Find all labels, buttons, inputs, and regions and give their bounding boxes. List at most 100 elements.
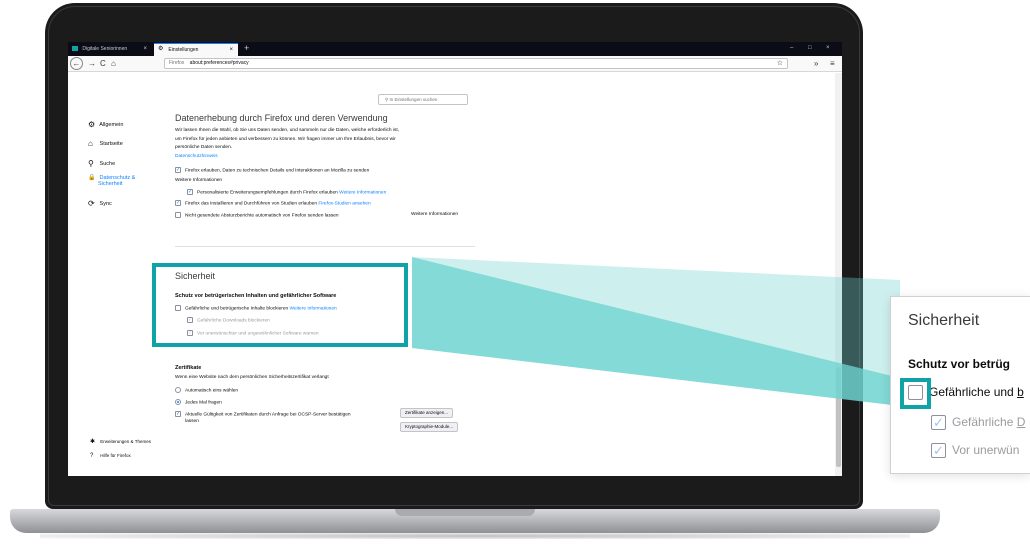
tab-einstellungen[interactable]: ⚙ Einstellungen ×	[154, 43, 238, 56]
zoom-downloads-option: ✓ Gefährliche D	[931, 415, 1026, 431]
sidebar-item-label: Suche	[99, 160, 116, 167]
puzzle-icon: ✱	[90, 439, 96, 445]
ocsp-checkbox[interactable]: ✓	[175, 411, 181, 417]
cert-auto-option[interactable]: Automatisch eins wählen	[175, 387, 238, 393]
zoom-warn-option: ✓ Vor unerwün	[931, 443, 1020, 459]
sidebar-item-label: Hilfe für Firefox	[100, 453, 131, 458]
cert-ask-radio[interactable]	[175, 399, 181, 405]
cert-ask-option[interactable]: Jedes Mal fragen	[175, 399, 222, 405]
data-collection-heading: Datenerhebung durch Firefox und deren Ve…	[175, 113, 388, 123]
laptop-shadow	[40, 533, 910, 539]
sidebar-item-allgemein[interactable]: ⚙ Allgemein	[88, 120, 123, 129]
sidebar-item-extensions[interactable]: ✱ Erweiterungen & Themes	[90, 438, 151, 445]
show-certificates-button[interactable]: Zertifikate anzeigen...	[400, 408, 454, 418]
url-bar[interactable]: Firefox about:preferences#privacy ☆	[164, 58, 788, 69]
gear-icon: ⚙	[88, 120, 96, 129]
close-window-icon[interactable]: ×	[826, 42, 830, 55]
sidebar-item-label: Startseite	[99, 140, 123, 147]
text-line: persönliche Daten senden.	[175, 145, 233, 150]
preferences-page: ⚲ In Einstellungen suchen ⚙ Allgemein ⌂ …	[68, 73, 842, 476]
sidebar-item-help[interactable]: ? Hilfe für Firefox	[90, 453, 131, 459]
settings-search-input[interactable]: ⚲ In Einstellungen suchen	[378, 94, 468, 105]
telemetry-option[interactable]: ✓ Firefox erlauben, Daten zu technischen …	[175, 167, 369, 173]
more-info-link[interactable]: Weitere Informationen	[339, 190, 386, 195]
sidebar-item-sync[interactable]: ⟳ Sync	[88, 199, 112, 208]
privacy-notice-link[interactable]: Datenschutzhinweis	[175, 153, 475, 162]
crash-reports-checkbox[interactable]	[175, 212, 181, 218]
ocsp-option[interactable]: ✓ Aktuelle Gültigkeit von Zertifikaten du…	[175, 411, 351, 417]
option-label: Firefox erlauben, Daten zu technischen D…	[185, 168, 370, 174]
sidebar-item-suche[interactable]: ⚲ Suche	[88, 159, 115, 168]
zoom-warn-checkbox: ✓	[931, 443, 946, 459]
site-favicon-icon	[72, 46, 78, 52]
more-info-link[interactable]: Weitere Informationen	[411, 212, 458, 217]
option-label: Gefährliche und	[929, 385, 1018, 399]
security-highlight-box	[152, 263, 408, 347]
reload-icon[interactable]: C	[100, 57, 106, 71]
zoom-downloads-checkbox: ✓	[931, 415, 946, 431]
recommendations-checkbox[interactable]: ✓	[187, 189, 193, 195]
search-placeholder: In Einstellungen suchen	[389, 97, 438, 102]
telemetry-checkbox[interactable]: ✓	[175, 167, 181, 173]
option-label: Vor unerwün	[952, 443, 1020, 457]
more-info-link[interactable]: Weitere Informationen	[175, 178, 222, 183]
sidebar-item-label: Sync	[99, 200, 112, 207]
ocsp-option-line2: lassen	[185, 419, 199, 424]
cert-auto-radio[interactable]	[175, 387, 181, 393]
home-icon[interactable]: ⌂	[111, 57, 116, 71]
text-line: Wir lassen Ihnen die Wahl, ob Sie uns Da…	[175, 128, 400, 133]
browser-titlebar: Digitale Seniorinnen × ⚙ Einstellungen ×…	[68, 42, 842, 56]
maximize-icon[interactable]: □	[808, 42, 812, 55]
studies-checkbox[interactable]: ✓	[175, 200, 181, 206]
studies-link[interactable]: Firefox-Studien ansehen	[318, 201, 370, 206]
sync-icon: ⟳	[88, 199, 95, 208]
scrollbar-thumb[interactable]	[836, 367, 841, 467]
access-key: b	[1017, 385, 1024, 399]
security-devices-button[interactable]: Kryptographie-Module...	[400, 422, 459, 432]
sidebar-item-datenschutz[interactable]: 🔒 Datenschutz & Sicherheit	[88, 174, 135, 187]
sidebar-item-startseite[interactable]: ⌂ Startseite	[88, 139, 123, 148]
zoom-checkbox-highlight	[900, 378, 931, 409]
option-label: Firefox das Installieren und Durchführen…	[185, 201, 317, 207]
crash-reports-option[interactable]: Nicht gesendete Absturzberichte automati…	[175, 212, 339, 218]
firefox-identity-label: Firefox	[169, 60, 185, 66]
tab-label: Einstellungen	[168, 47, 199, 53]
laptop-screen: Digitale Seniorinnen × ⚙ Einstellungen ×…	[68, 42, 842, 476]
data-collection-text: Wir lassen Ihnen die Wahl, ob Sie uns Da…	[175, 127, 475, 161]
certificates-description: Wenn eine Website nach dem persönlichen …	[175, 375, 329, 380]
sidebar-item-label-2: Sicherheit	[98, 181, 123, 187]
sidebar-item-label: Allgemein	[99, 121, 124, 128]
zoom-deceptive-heading: Schutz vor betrüg	[908, 357, 1011, 371]
help-icon: ?	[90, 453, 94, 459]
back-arrow-icon[interactable]: ←	[70, 57, 83, 70]
option-label: Aktuelle Gültigkeit von Zertifikaten dur…	[185, 412, 351, 418]
lock-icon: 🔒	[88, 175, 96, 181]
option-label: Automatisch eins wählen	[185, 388, 239, 394]
hamburger-menu-icon[interactable]: ≡	[830, 57, 835, 71]
option-label: Personalisierte Erweiterungsempfehlungen…	[197, 190, 338, 196]
option-label: Nicht gesendete Absturzberichte automati…	[185, 213, 339, 219]
magnifier-icon: ⚲	[88, 159, 94, 168]
minimize-icon[interactable]: –	[790, 42, 793, 55]
section-divider	[175, 246, 475, 247]
new-tab-button[interactable]: +	[244, 42, 249, 55]
text-line: um Firefox für jeden anbieten und verbes…	[175, 136, 396, 142]
overflow-chevron-icon[interactable]: »	[814, 57, 818, 71]
recommendations-option[interactable]: ✓ Personalisierte Erweiterungsempfehlunge…	[187, 189, 386, 195]
zoom-security-heading: Sicherheit	[908, 312, 980, 329]
option-label: Gefährliche	[952, 415, 1017, 429]
access-key: D	[1016, 415, 1026, 429]
forward-arrow-icon[interactable]: →	[88, 57, 96, 71]
sidebar-item-label: Erweiterungen & Themes	[100, 439, 151, 444]
tab-close-icon[interactable]: ×	[143, 43, 147, 56]
option-label: Jedes Mal fragen	[185, 400, 222, 406]
home-icon: ⌂	[88, 139, 93, 148]
bookmark-star-icon[interactable]: ☆	[777, 59, 783, 68]
certificates-heading: Zertifikate	[175, 365, 202, 371]
url-text: about:preferences#privacy	[189, 60, 249, 66]
laptop-notch	[395, 509, 535, 516]
tab-label: Digitale Seniorinnen	[82, 46, 128, 52]
tab-digitale-seniorinnen[interactable]: Digitale Seniorinnen ×	[68, 43, 152, 56]
studies-option[interactable]: ✓ Firefox das Installieren und Durchführe…	[175, 200, 371, 206]
browser-navbar: ← → C ⌂ Firefox about:preferences#privac…	[68, 56, 842, 72]
